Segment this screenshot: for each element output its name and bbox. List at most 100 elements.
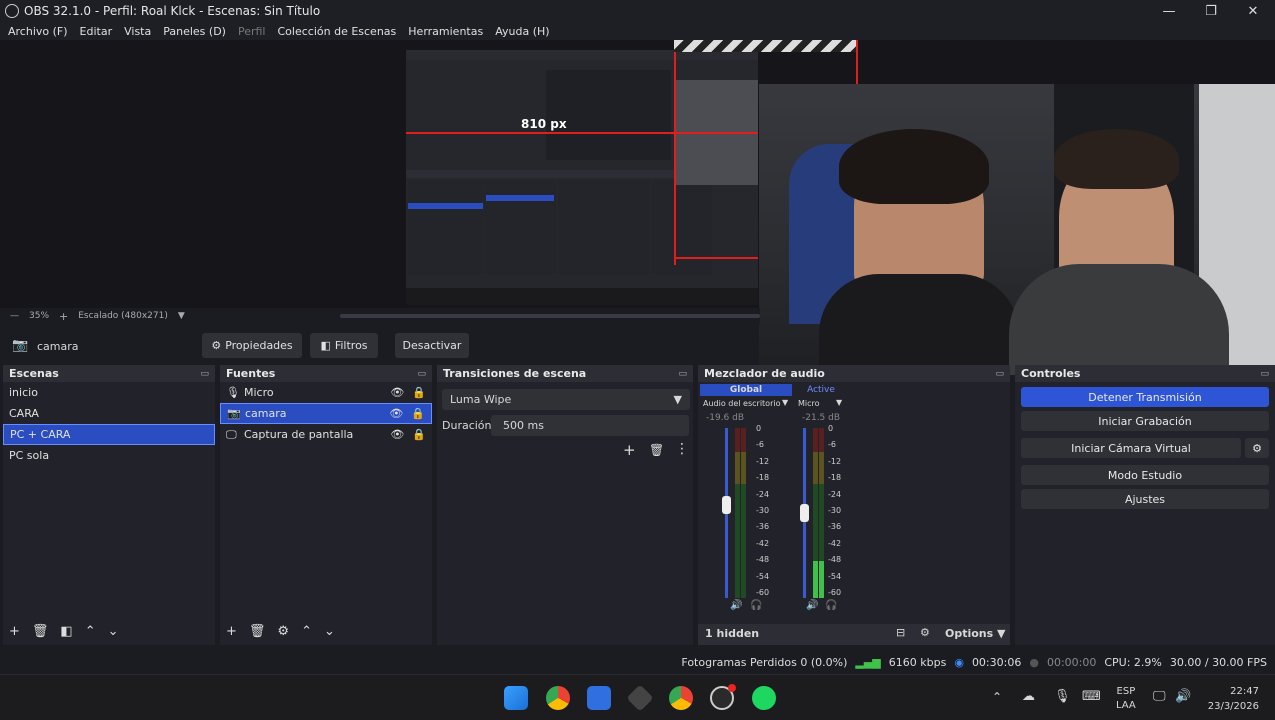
db-tick-label: -36 — [756, 522, 770, 532]
volume-fader-handle[interactable] — [722, 495, 731, 514]
db-tick-label: -30 — [756, 506, 770, 516]
menu-archivo[interactable]: Archivo (F) — [8, 25, 68, 38]
lock-icon[interactable]: 🔒 — [412, 428, 426, 441]
language-indicator[interactable]: ESP LAA — [1116, 685, 1136, 713]
volume-fader-handle[interactable] — [800, 504, 809, 522]
bounding-box-guide — [674, 40, 858, 52]
hidden-count[interactable]: 1 hidden — [705, 627, 759, 640]
start-recording-button[interactable]: Iniciar Grabación — [1021, 411, 1269, 431]
transition-select[interactable]: Luma Wipe ▼ — [442, 389, 690, 410]
source-item-camara[interactable]: 📷 camara 👁 🔒 — [220, 403, 432, 424]
menu-coleccion[interactable]: Colección de Escenas — [278, 25, 397, 38]
start-virtual-camera-button[interactable]: Iniciar Cámara Virtual — [1021, 438, 1241, 458]
add-transition-icon[interactable]: + — [623, 441, 636, 459]
menu-paneles[interactable]: Paneles (D) — [163, 25, 226, 38]
filters-button[interactable]: ◧ Filtros — [310, 333, 378, 358]
virtual-camera-settings-gear-icon[interactable]: ⚙ — [1245, 438, 1269, 458]
cloud-icon[interactable]: ☁ — [1022, 689, 1035, 704]
channel-menu-icon[interactable]: ▼ — [836, 398, 842, 407]
layout-icon[interactable]: ⊟ — [896, 626, 905, 639]
scene-item-cara[interactable]: CARA — [3, 403, 215, 424]
microphone-icon: 🎙 — [226, 386, 240, 399]
add-scene-icon[interactable]: + — [9, 624, 20, 639]
keyboard-icon[interactable]: ⌨ — [1082, 689, 1101, 704]
menu-herramientas[interactable]: Herramientas — [408, 25, 483, 38]
move-up-icon[interactable]: ⌃ — [85, 624, 96, 639]
screen-capture-preview[interactable]: 810 px — [406, 50, 758, 305]
tray-chevron-icon[interactable]: ⌃ — [992, 690, 1002, 704]
windows-start-icon[interactable] — [504, 686, 528, 710]
options-button[interactable]: Options ▼ — [945, 627, 1006, 640]
source-item-micro[interactable]: 🎙 Micro 👁 🔒 — [220, 382, 432, 403]
volume-icon[interactable]: 🔊 — [1175, 689, 1191, 704]
chrome-profile-icon[interactable] — [669, 686, 693, 710]
monitor-headphone-icon[interactable]: 🎧 — [750, 600, 762, 611]
maximize-button[interactable]: ❐ — [1189, 0, 1233, 22]
undock-icon[interactable]: ▭ — [200, 369, 209, 379]
db-tick-label: -6 — [828, 440, 836, 450]
stop-streaming-button[interactable]: Detener Transmisión — [1021, 387, 1269, 407]
advanced-gear-icon[interactable]: ⚙ — [920, 626, 930, 639]
mixer-tab-global[interactable]: Global — [700, 384, 792, 396]
menu-editar[interactable]: Editar — [80, 25, 113, 38]
undock-icon[interactable]: ▭ — [995, 369, 1004, 379]
undock-icon[interactable]: ▭ — [417, 369, 426, 379]
mixer-tab-active[interactable]: Active — [794, 384, 848, 396]
deactivate-button[interactable]: Desactivar — [395, 333, 469, 358]
webcam-source[interactable] — [759, 84, 1275, 375]
spotify-icon[interactable] — [752, 686, 776, 710]
menu-ayuda[interactable]: Ayuda (H) — [495, 25, 549, 38]
settings-button[interactable]: Ajustes — [1021, 489, 1269, 509]
source-properties-gear-icon[interactable]: ⚙ — [277, 624, 289, 639]
microphone-tray-icon[interactable]: 🎙 — [1054, 689, 1071, 704]
close-button[interactable]: ✕ — [1231, 0, 1275, 22]
preview-scrollbar[interactable] — [340, 314, 760, 318]
lock-icon[interactable]: 🔒 — [412, 386, 426, 399]
scene-filters-icon[interactable]: ◧ — [60, 624, 72, 639]
store-icon[interactable] — [587, 686, 611, 710]
move-down-icon[interactable]: ⌄ — [324, 624, 335, 639]
zoom-in-button[interactable]: + — [59, 310, 68, 323]
scene-item-inicio[interactable]: inicio — [3, 382, 215, 403]
db-tick-label: -42 — [828, 538, 842, 548]
network-icon[interactable]: 🖵 — [1153, 689, 1166, 704]
move-down-icon[interactable]: ⌄ — [108, 624, 119, 639]
studio-mode-button[interactable]: Modo Estudio — [1021, 465, 1269, 485]
duration-input[interactable]: 500 ms — [491, 415, 689, 436]
undock-icon[interactable]: ▭ — [1260, 369, 1269, 379]
remove-transition-icon[interactable]: 🗑 — [649, 443, 664, 457]
db-tick-label: -6 — [756, 440, 764, 450]
mute-speaker-icon[interactable]: 🔊 — [806, 600, 818, 611]
menu-perfil[interactable]: Perfil — [238, 25, 266, 38]
scale-dropdown-icon[interactable]: ▼ — [178, 311, 185, 321]
visibility-eye-icon[interactable]: 👁 — [390, 428, 404, 441]
zoom-out-button[interactable]: — — [10, 311, 19, 321]
visibility-eye-icon[interactable]: 👁 — [389, 407, 403, 420]
visibility-eye-icon[interactable]: 👁 — [390, 386, 404, 399]
audio-level-meter — [813, 428, 818, 598]
more-options-icon[interactable]: ⋮ — [675, 441, 689, 457]
channel-menu-icon[interactable]: ▼ — [782, 398, 788, 407]
cpu-usage: CPU: 2.9% — [1104, 655, 1162, 669]
add-source-icon[interactable]: + — [226, 624, 237, 639]
remove-source-icon[interactable]: 🗑 — [249, 624, 266, 639]
minimize-button[interactable]: — — [1147, 0, 1191, 22]
move-up-icon[interactable]: ⌃ — [301, 624, 312, 639]
filter-icon: ◧ — [320, 339, 331, 352]
remove-scene-icon[interactable]: 🗑 — [32, 624, 49, 639]
scene-item-pc-sola[interactable]: PC sola — [3, 445, 215, 466]
properties-button[interactable]: ⚙ Propiedades — [202, 333, 302, 358]
lock-icon[interactable]: 🔒 — [411, 407, 425, 420]
mute-speaker-icon[interactable]: 🔊 — [730, 600, 742, 611]
chrome-icon[interactable] — [546, 686, 570, 710]
monitor-headphone-icon[interactable]: 🎧 — [825, 600, 837, 611]
source-item-captura[interactable]: 🖵 Captura de pantalla 👁 🔒 — [220, 424, 432, 445]
db-tick-label: -48 — [828, 555, 842, 565]
clock[interactable]: 22:47 23/3/2026 — [1205, 684, 1259, 714]
measure-label: 810 px — [521, 117, 567, 131]
selected-source-name: camara — [37, 340, 79, 353]
scene-item-pc-cara[interactable]: PC + CARA — [3, 424, 215, 445]
undock-icon[interactable]: ▭ — [678, 369, 687, 379]
menu-vista[interactable]: Vista — [124, 25, 151, 38]
window-title: OBS 32.1.0 - Perfil: Roal Klck - Escenas… — [24, 4, 321, 18]
